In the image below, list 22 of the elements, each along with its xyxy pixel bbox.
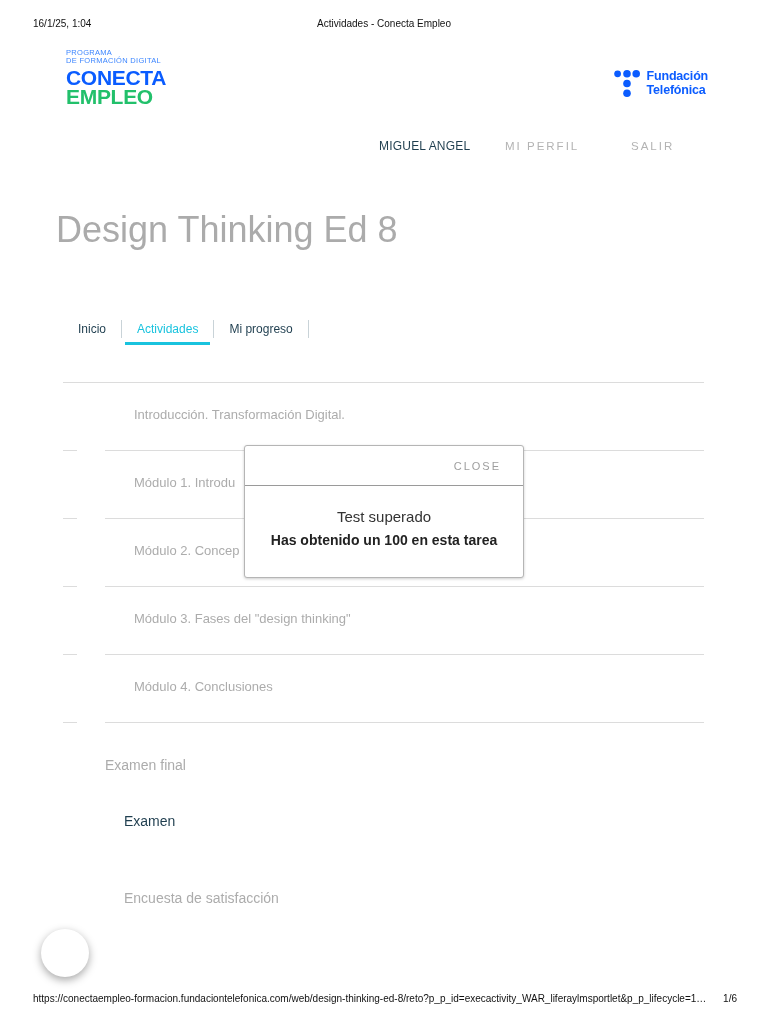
print-page-number: 1/6 (723, 993, 737, 1005)
logo-wordmark: EMPLEO (66, 87, 153, 106)
tab[interactable]: Actividades (125, 321, 211, 345)
print-url: https://conectaempleo-formacion.fundaciontelefonica.com/web/design-thinking-ed-8/reto?p_p_id=execactivity_WAR_liferaylmsportlet&p_p_lifecycle=1… (33, 993, 707, 1005)
tab[interactable]: Inicio (66, 321, 118, 345)
user-name-link[interactable]: MIGUEL ANGEL (379, 139, 471, 153)
nav-link[interactable]: MI PERFIL (505, 139, 580, 153)
close-button[interactable]: CLOSE (453, 457, 501, 474)
logo-text: Fundación (646, 69, 708, 83)
tab[interactable]: Mi progreso (217, 321, 305, 345)
activity-link[interactable]: Examen (124, 812, 176, 830)
course-title: Design Thinking Ed 8 (56, 208, 398, 252)
print-date: 16/1/25, 1:04 (33, 18, 92, 30)
logo-wordmark: CONECTA (66, 68, 167, 87)
nav-link[interactable]: SALIR (631, 139, 675, 153)
print-page-title: Actividades - Conecta Empleo (317, 18, 451, 30)
dialog-message: Has obtenido un 100 en esta tarea (270, 531, 498, 550)
floating-action-button[interactable] (41, 929, 89, 977)
dots-logo-icon (613, 69, 640, 97)
dialog-title: Test superado (336, 507, 432, 527)
section-heading: Examen final (105, 756, 186, 774)
logo-text: Telefónica (646, 83, 707, 97)
